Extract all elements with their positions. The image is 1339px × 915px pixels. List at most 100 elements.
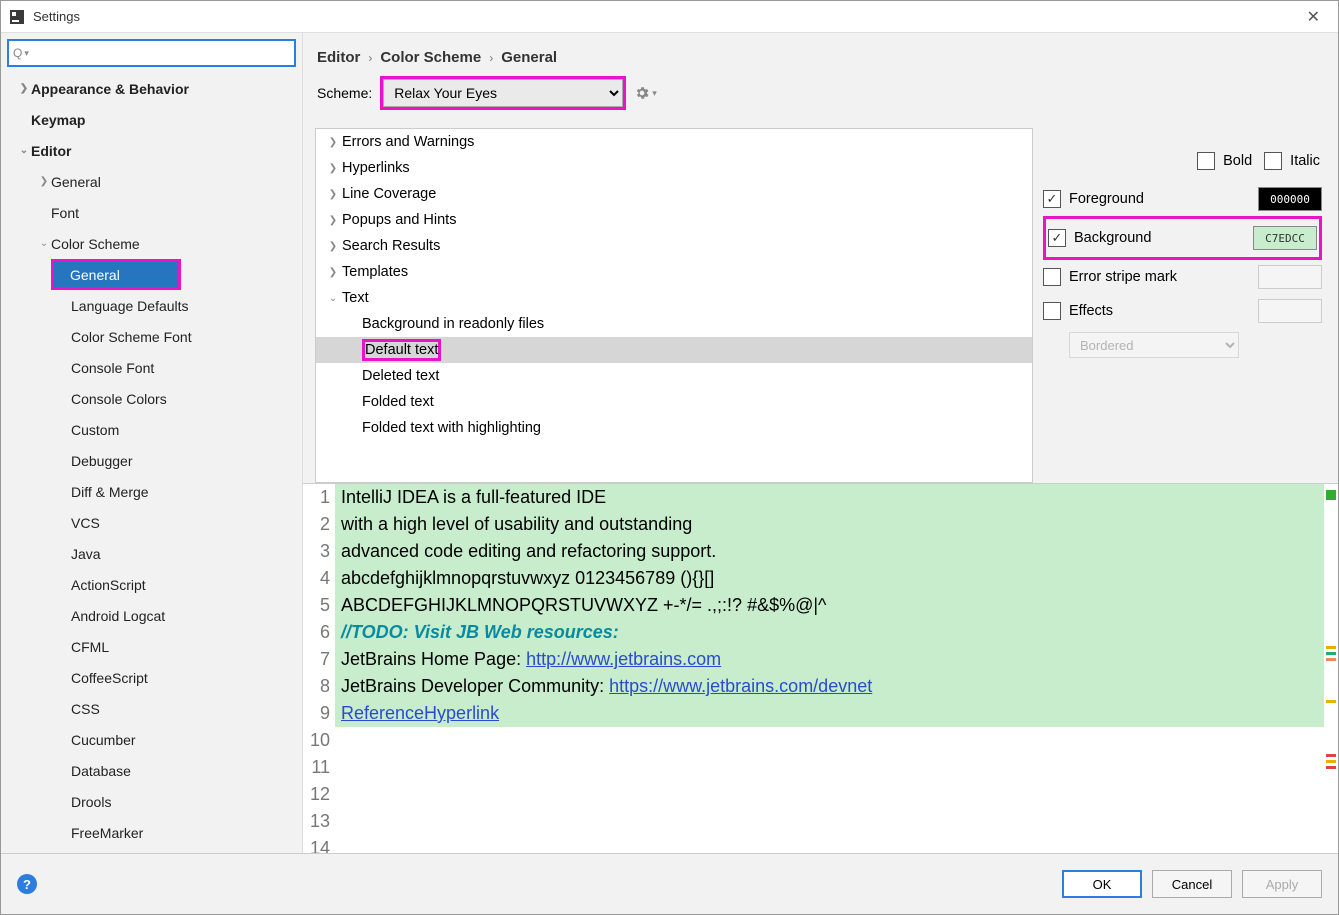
code-line[interactable]: ABCDEFGHIJKLMNOPQRSTUVWXYZ +-*/= .,;:!? … — [335, 592, 1338, 619]
scheme-actions-button[interactable]: ▾ — [634, 85, 657, 101]
tree-item[interactable]: ❯Appearance & Behavior — [1, 73, 302, 104]
code-line[interactable]: //TODO: Visit JB Web resources: — [335, 619, 1338, 646]
category-item[interactable]: Background in readonly files — [316, 311, 1032, 337]
tree-item[interactable]: Custom — [1, 414, 302, 445]
tree-item[interactable]: ActionScript — [1, 569, 302, 600]
tree-item-label: Drools — [71, 794, 111, 810]
chevron-right-icon: ❯ — [324, 163, 342, 174]
help-button[interactable]: ? — [17, 874, 37, 894]
tree-item[interactable]: Console Font — [1, 352, 302, 383]
scheme-select[interactable]: Relax Your Eyes — [383, 79, 623, 107]
dialog-footer: ? OK Cancel Apply — [1, 854, 1338, 914]
tree-item[interactable]: Drools — [1, 786, 302, 817]
tree-item[interactable]: CSS — [1, 693, 302, 724]
search-dropdown-icon: ▾ — [24, 48, 29, 59]
line-number: 10 — [303, 727, 330, 754]
italic-checkbox[interactable] — [1264, 152, 1282, 170]
tree-item[interactable]: Cucumber — [1, 724, 302, 755]
marker[interactable] — [1326, 760, 1336, 763]
tree-item[interactable]: Java — [1, 538, 302, 569]
apply-button[interactable]: Apply — [1242, 870, 1322, 898]
category-item[interactable]: Deleted text — [316, 363, 1032, 389]
tree-item[interactable]: Color Scheme Font — [1, 321, 302, 352]
tree-item[interactable]: VCS — [1, 507, 302, 538]
line-number: 8 — [303, 673, 330, 700]
marker[interactable] — [1326, 490, 1336, 500]
tree-item[interactable]: CoffeeScript — [1, 662, 302, 693]
main-panel: Editor › Color Scheme › General Scheme: … — [303, 33, 1338, 853]
tree-item[interactable]: Font — [1, 197, 302, 228]
breadcrumb-item[interactable]: Color Scheme — [380, 49, 481, 66]
color-categories-tree[interactable]: ❯Errors and Warnings❯Hyperlinks❯Line Cov… — [315, 128, 1033, 483]
search-input[interactable] — [33, 46, 290, 61]
marker[interactable] — [1326, 646, 1336, 649]
background-color-swatch[interactable]: C7EDCC — [1253, 226, 1317, 250]
category-label: Templates — [342, 264, 408, 280]
category-item[interactable]: Folded text with highlighting — [316, 415, 1032, 441]
preview-editor[interactable]: 1234567891011121314 IntelliJ IDEA is a f… — [303, 483, 1338, 853]
foreground-checkbox[interactable]: ✓ — [1043, 190, 1061, 208]
hyperlink[interactable]: http://www.jetbrains.com — [526, 649, 721, 669]
marker[interactable] — [1326, 754, 1336, 757]
tree-item-label: Color Scheme — [51, 236, 140, 252]
tree-item[interactable]: ⌄Editor — [1, 135, 302, 166]
tree-item-label: Console Font — [71, 360, 154, 376]
effects-color-swatch[interactable] — [1258, 299, 1322, 323]
tree-item[interactable]: Console Colors — [1, 383, 302, 414]
tree-item[interactable]: ⌄Color Scheme — [1, 228, 302, 259]
tree-item[interactable]: Android Logcat — [1, 600, 302, 631]
marker[interactable] — [1326, 652, 1336, 655]
marker[interactable] — [1326, 700, 1336, 703]
tree-item[interactable]: FreeMarker — [1, 817, 302, 848]
chevron-right-icon: ❯ — [37, 176, 51, 187]
tree-item[interactable]: General — [54, 262, 178, 287]
effects-checkbox[interactable] — [1043, 302, 1061, 320]
code-line[interactable]: ReferenceHyperlink — [335, 700, 1338, 727]
background-label: Background — [1074, 230, 1253, 246]
category-label: Deleted text — [362, 368, 439, 384]
cancel-button[interactable]: Cancel — [1152, 870, 1232, 898]
scheme-select-highlight: Relax Your Eyes — [380, 76, 626, 110]
error-stripe-checkbox[interactable] — [1043, 268, 1061, 286]
error-stripe[interactable] — [1324, 484, 1338, 853]
breadcrumb-item[interactable]: General — [501, 49, 557, 66]
marker[interactable] — [1326, 658, 1336, 661]
category-item[interactable]: ❯Search Results — [316, 233, 1032, 259]
tree-item[interactable]: Keymap — [1, 104, 302, 135]
code-line[interactable]: JetBrains Developer Community: https://w… — [335, 673, 1338, 700]
tree-item[interactable]: Language Defaults — [1, 290, 302, 321]
category-item[interactable]: ⌄Text — [316, 285, 1032, 311]
error-stripe-swatch[interactable] — [1258, 265, 1322, 289]
category-item[interactable]: ❯Errors and Warnings — [316, 129, 1032, 155]
tree-item[interactable]: ❯General — [1, 166, 302, 197]
hyperlink[interactable]: https://www.jetbrains.com/devnet — [609, 676, 872, 696]
code-line[interactable]: with a high level of usability and outst… — [335, 511, 1338, 538]
category-item[interactable]: Default text — [316, 337, 1032, 363]
breadcrumb-item[interactable]: Editor — [317, 49, 360, 66]
ok-button[interactable]: OK — [1062, 870, 1142, 898]
tree-item[interactable]: Debugger — [1, 445, 302, 476]
bold-checkbox[interactable] — [1197, 152, 1215, 170]
category-item[interactable]: ❯Hyperlinks — [316, 155, 1032, 181]
settings-tree[interactable]: ❯Appearance & BehaviorKeymap⌄Editor❯Gene… — [1, 73, 302, 853]
code-line[interactable]: IntelliJ IDEA is a full-featured IDE — [335, 484, 1338, 511]
tree-item[interactable]: CFML — [1, 631, 302, 662]
category-item[interactable]: ❯Templates — [316, 259, 1032, 285]
editor-code[interactable]: IntelliJ IDEA is a full-featured IDEwith… — [335, 484, 1338, 853]
foreground-color-swatch[interactable]: 000000 — [1258, 187, 1322, 211]
tree-item[interactable]: Database — [1, 755, 302, 786]
category-item[interactable]: ❯Line Coverage — [316, 181, 1032, 207]
category-item[interactable]: Folded text — [316, 389, 1032, 415]
tree-item-label: Java — [71, 546, 101, 562]
category-item[interactable]: ❯Popups and Hints — [316, 207, 1032, 233]
background-checkbox[interactable]: ✓ — [1048, 229, 1066, 247]
chevron-right-icon: ❯ — [324, 189, 342, 200]
code-line[interactable]: JetBrains Home Page: http://www.jetbrain… — [335, 646, 1338, 673]
window-close-button[interactable]: ✕ — [1297, 3, 1330, 31]
line-number: 3 — [303, 538, 330, 565]
search-input-wrap[interactable]: Q▾ — [7, 39, 296, 67]
code-line[interactable]: advanced code editing and refactoring su… — [335, 538, 1338, 565]
tree-item[interactable]: Diff & Merge — [1, 476, 302, 507]
code-line[interactable]: abcdefghijklmnopqrstuvwxyz 0123456789 ()… — [335, 565, 1338, 592]
marker[interactable] — [1326, 766, 1336, 769]
